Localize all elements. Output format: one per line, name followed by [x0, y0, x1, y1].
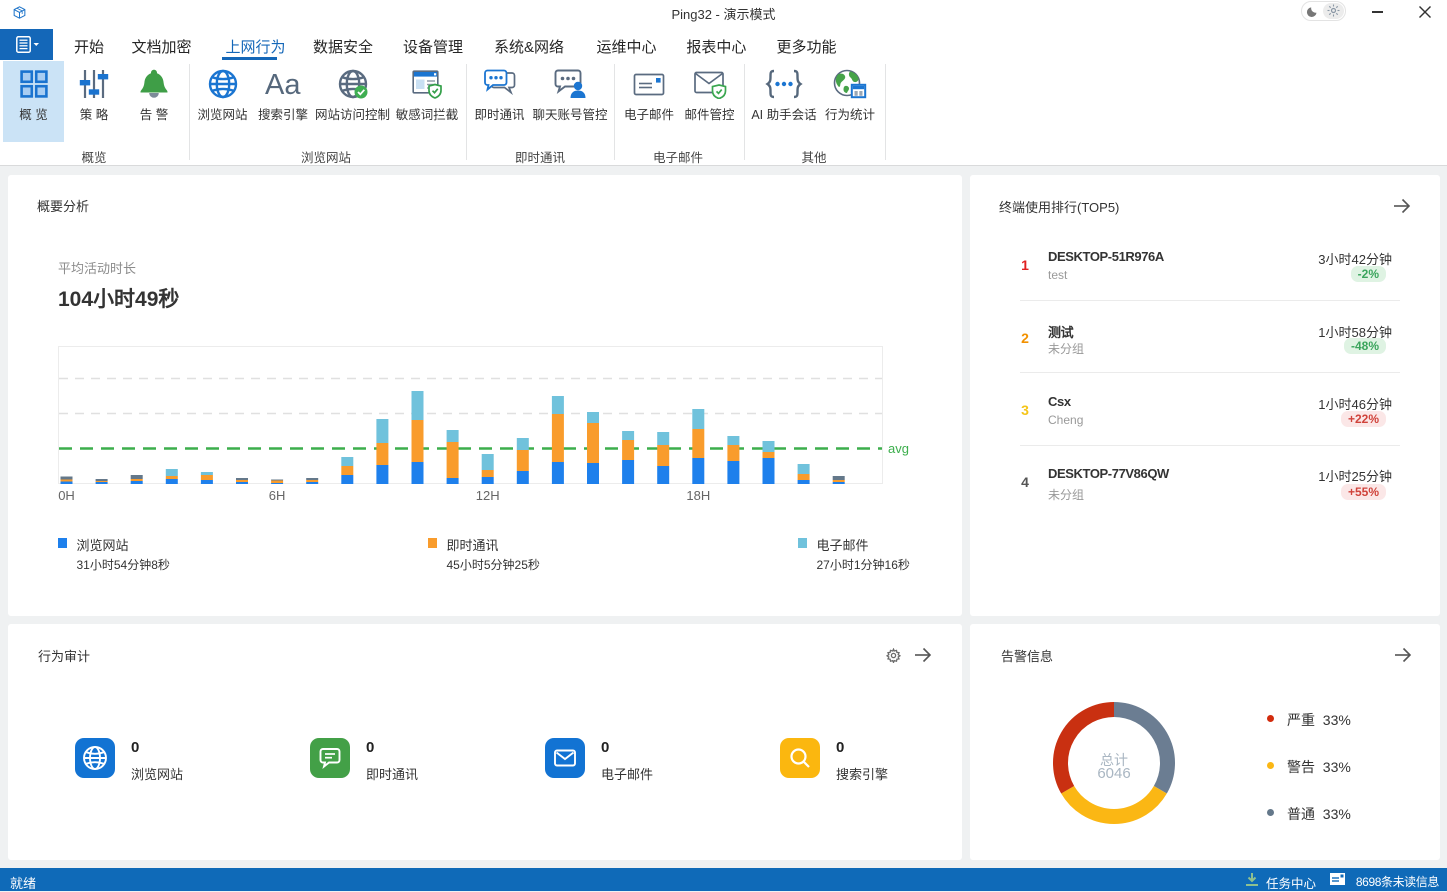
svg-text:0H: 0H [58, 488, 75, 503]
svg-text:12H: 12H [476, 488, 500, 503]
svg-text:18H: 18H [686, 488, 710, 503]
svg-text:6H: 6H [269, 488, 286, 503]
svg-text:Aa: Aa [265, 69, 301, 99]
svg-text:avg: avg [888, 441, 909, 456]
